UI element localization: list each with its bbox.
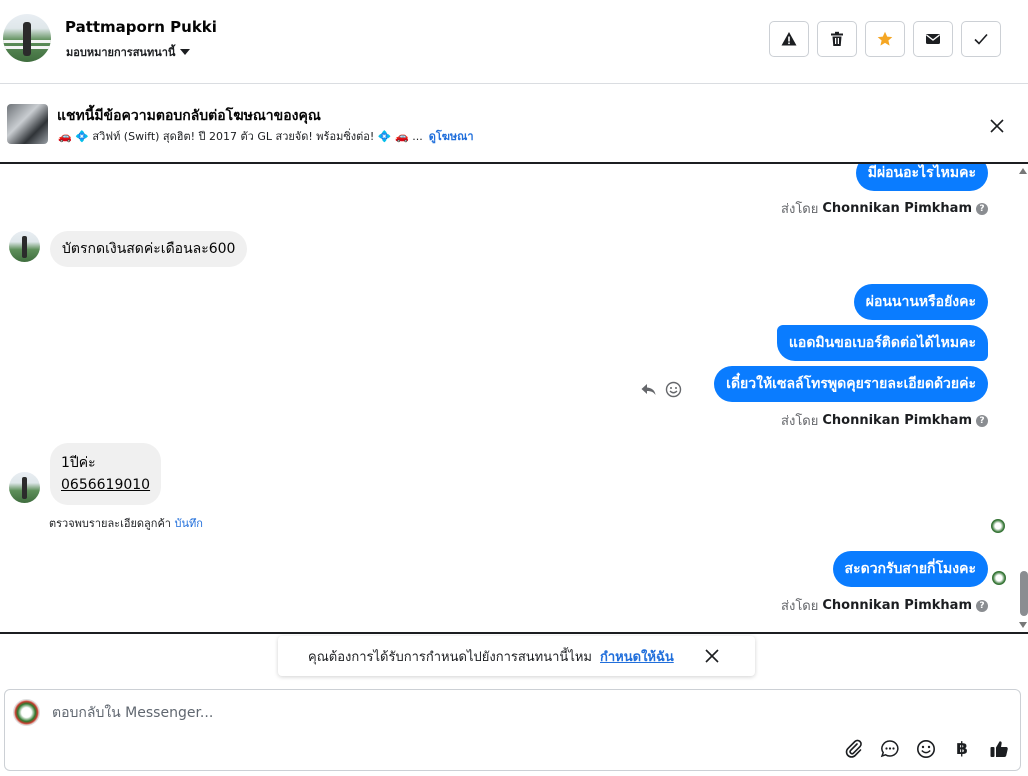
close-icon[interactable]	[986, 115, 1008, 137]
sender-name: Chonnikan Pimkham	[822, 201, 972, 216]
message-bubble-outgoing[interactable]: ผ่อนนานหรือยังคะ	[853, 284, 988, 320]
contact-avatar-small	[9, 472, 40, 503]
star-button[interactable]	[865, 21, 905, 57]
view-ad-link[interactable]: ดูโฆษณา	[429, 130, 474, 143]
conversation-header: Pattmaporn Pukki มอบหมายการสนทนานี้	[0, 0, 1028, 84]
like-button[interactable]	[988, 738, 1010, 760]
report-button[interactable]	[769, 21, 809, 57]
contact-avatar-small	[9, 231, 40, 262]
emoji-reaction-icon[interactable]	[665, 381, 682, 398]
payment-button[interactable]: ฿	[951, 738, 973, 760]
check-icon	[974, 33, 988, 45]
assign-to-me-link[interactable]: กำหนดให้ฉัน	[600, 646, 674, 667]
message-bubble-incoming[interactable]: 1ปีค่ะ 0656619010	[50, 443, 162, 505]
message-bubble-outgoing[interactable]: สะดวกรับสายกี่โมงคะ	[832, 551, 988, 587]
message-line: 1ปีค่ะ	[61, 455, 96, 471]
assign-prompt: คุณต้องการได้รับการกำหนดไปยังการสนทนานี้…	[278, 636, 755, 676]
seen-receipt-avatar	[991, 519, 1005, 533]
assign-label: มอบหมายการสนทนานี้	[66, 46, 176, 59]
ad-reply-banner: แชทนี้มีข้อความตอบกลับต่อโฆษณาของคุณ 🚗 💠…	[0, 84, 1028, 164]
page-avatar	[13, 699, 40, 726]
reply-icon[interactable]	[640, 381, 657, 398]
sender-name: Chonnikan Pimkham	[822, 598, 972, 613]
contact-avatar[interactable]	[3, 14, 51, 62]
close-icon[interactable]	[702, 646, 722, 666]
scroll-up-arrow-icon[interactable]	[1019, 168, 1027, 174]
warning-icon	[781, 32, 797, 46]
assign-prompt-text: คุณต้องการได้รับการกำหนดไปยังการสนทนานี้…	[308, 649, 592, 665]
message-bubble-outgoing[interactable]: แอดมินขอเบอร์ติดต่อได้ไหมคะ	[776, 325, 988, 361]
help-icon[interactable]: ?	[976, 202, 988, 215]
star-icon	[877, 31, 893, 46]
contact-name[interactable]: Pattmaporn Pukki	[65, 18, 217, 36]
sent-by-label: ส่งโดย Chonnikan Pimkham ?	[781, 198, 988, 219]
ad-description: 🚗 💠 สวิฟท์ (Swift) สุดฮิต! ปี 2017 ตัว G…	[58, 130, 423, 143]
mark-done-button[interactable]	[961, 21, 1001, 57]
ad-banner-subtitle: 🚗 💠 สวิฟท์ (Swift) สุดฮิต! ปี 2017 ตัว G…	[58, 127, 474, 145]
message-actions	[640, 381, 682, 398]
envelope-icon	[926, 34, 940, 44]
scrollbar-thumb[interactable]	[1020, 571, 1028, 616]
thumbs-up-icon	[990, 741, 1008, 757]
help-icon[interactable]: ?	[976, 414, 988, 427]
message-bubble-outgoing[interactable]: เดี๋ยวให้เซลล์โทรพูดคุยรายละเอียดด้วยค่ะ	[714, 366, 988, 402]
thread-scrollbar[interactable]	[1018, 164, 1028, 632]
saved-reply-icon	[880, 740, 899, 758]
reply-input[interactable]	[52, 702, 752, 724]
reply-composer: ฿	[4, 689, 1021, 771]
attach-button[interactable]	[843, 738, 865, 760]
sent-by-label: ส่งโดย Chonnikan Pimkham ?	[781, 410, 988, 431]
trash-icon	[831, 31, 843, 46]
save-details-link[interactable]: บันทึก	[174, 517, 202, 530]
message-bubble-outgoing[interactable]: มีผ่อนอะไรไหมคะ	[855, 164, 988, 191]
help-icon[interactable]: ?	[976, 599, 988, 612]
delete-button[interactable]	[817, 21, 857, 57]
baht-icon: ฿	[956, 739, 968, 759]
message-thread[interactable]: มีผ่อนอะไรไหมคะ ส่งโดย Chonnikan Pimkham…	[0, 164, 1028, 634]
ad-banner-title: แชทนี้มีข้อความตอบกลับต่อโฆษณาของคุณ	[57, 108, 321, 124]
mark-unread-button[interactable]	[913, 21, 953, 57]
message-bubble-incoming[interactable]: บัตรกดเงินสดค่ะเดือนละ600	[50, 231, 248, 267]
page-avatar-small	[992, 571, 1006, 585]
assign-dropdown[interactable]: มอบหมายการสนทนานี้	[66, 43, 191, 61]
emoji-icon	[917, 740, 935, 758]
saved-reply-button[interactable]	[879, 738, 901, 760]
sent-by-label: ส่งโดย Chonnikan Pimkham ?	[781, 595, 988, 616]
sender-name: Chonnikan Pimkham	[822, 413, 972, 428]
ad-thumbnail[interactable]	[7, 104, 48, 144]
caret-down-icon	[180, 49, 191, 55]
emoji-button[interactable]	[915, 738, 937, 760]
paperclip-icon	[845, 739, 862, 758]
phone-number-link[interactable]: 0656619010	[61, 474, 150, 496]
customer-details-note: ตรวจพบรายละเอียดลูกค้า บันทึก	[49, 517, 203, 530]
scroll-down-arrow-icon[interactable]	[1019, 622, 1027, 628]
